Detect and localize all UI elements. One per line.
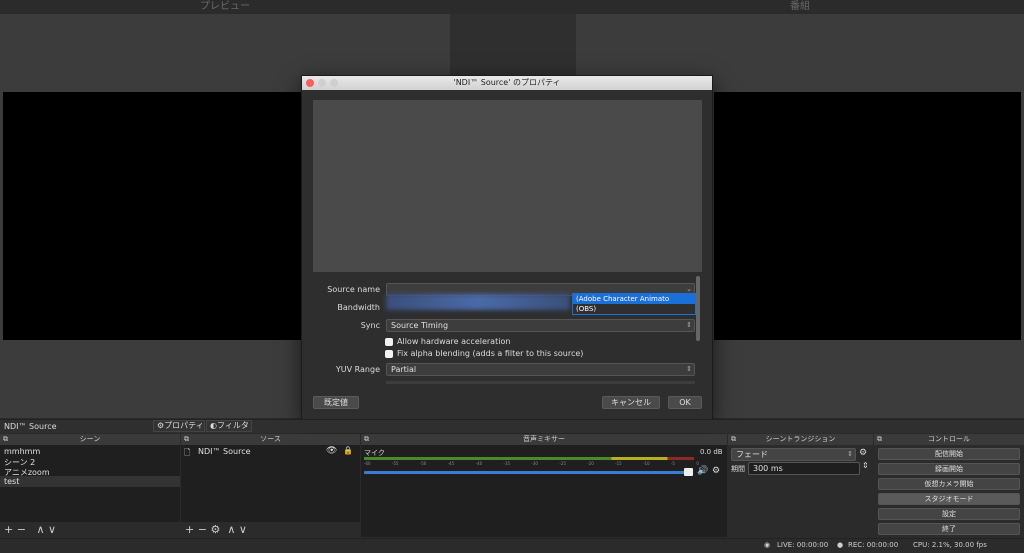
live-icon: ◉ (764, 541, 771, 549)
list-item[interactable]: NDI™ Source (198, 447, 251, 456)
live-time: LIVE: 00:00:00 (777, 541, 829, 549)
hw-accel-label: Allow hardware acceleration (397, 337, 511, 346)
alpha-fix-label: Fix alpha blending (adds a filter to thi… (397, 349, 584, 358)
remove-icon[interactable]: − (17, 523, 26, 536)
selected-source-name: NDI™ Source (4, 422, 57, 431)
volume-meter (364, 457, 694, 460)
properties-button[interactable]: ⚙プロパティ (153, 420, 205, 432)
program-canvas (714, 92, 1021, 340)
undock-icon[interactable]: ⧉ (364, 434, 369, 445)
transition-type-select[interactable]: フェード ⇕ (731, 448, 856, 461)
start-streaming-button[interactable]: 配信開始 (878, 448, 1020, 460)
alpha-fix-checkbox[interactable] (385, 350, 393, 358)
meter-scale: -60 -55 -50 -45 -40 -35 -30 -25 -20 -15 -10 -5 0 (364, 461, 699, 466)
zoom-icon (330, 79, 338, 87)
transitions-header: ⧉ シーントランジション (728, 434, 873, 445)
up-icon[interactable]: ∧ (227, 523, 235, 536)
duration-input[interactable]: 300 ms (748, 462, 860, 475)
cancel-button[interactable]: キャンセル (602, 396, 660, 409)
scrollbar[interactable] (696, 276, 700, 341)
rec-icon: ● (837, 541, 844, 549)
undock-icon[interactable]: ⧉ (3, 434, 8, 445)
yuv-range-select[interactable]: Partial ⇕ (386, 363, 695, 376)
undock-icon[interactable]: ⧉ (731, 434, 736, 445)
preview-canvas[interactable] (3, 92, 303, 340)
ok-button[interactable]: OK (668, 396, 702, 409)
stepper-icon: ⇕ (847, 450, 853, 458)
sources-header: ⧉ ソース (181, 434, 360, 445)
dropdown-option[interactable]: (Adobe Character Animato (573, 294, 695, 304)
down-icon[interactable]: ∨ (48, 523, 56, 536)
source-name-label: Source name (327, 285, 380, 294)
minimize-icon (318, 79, 326, 87)
hw-accel-checkbox[interactable] (385, 338, 393, 346)
rec-time: REC: 00:00:00 (848, 541, 899, 549)
add-icon[interactable]: + (4, 523, 13, 536)
dialog-title: 'NDI™ Source' のプロパティ (453, 78, 561, 87)
volume-slider-handle[interactable] (684, 468, 693, 476)
obs-window: プレビュー 番組 'NDI™ Source' のプロパティ Source nam… (0, 0, 1024, 553)
gear-icon[interactable]: ⚙ (210, 523, 220, 536)
undock-icon[interactable]: ⧉ (877, 434, 882, 445)
filter-icon: ◐ (210, 421, 217, 430)
source-name-dropdown[interactable]: (Adobe Character Animato (OBS) (572, 293, 696, 315)
down-icon[interactable]: ∨ (239, 523, 247, 536)
undock-icon[interactable]: ⧉ (184, 434, 189, 445)
dialog-titlebar[interactable]: 'NDI™ Source' のプロパティ (302, 76, 712, 90)
scenes-footer: + − ∧ ∨ (0, 522, 180, 537)
lock-icon[interactable]: 🔒 (343, 446, 353, 455)
sync-label: Sync (360, 321, 380, 330)
up-icon[interactable]: ∧ (36, 523, 44, 536)
selected-row (0, 476, 180, 487)
studio-mode-button[interactable]: スタジオモード (878, 493, 1020, 505)
properties-dialog: 'NDI™ Source' のプロパティ Source name ⌄ (Adob… (301, 75, 713, 420)
defaults-button[interactable]: 既定値 (313, 396, 359, 409)
volume-slider[interactable] (364, 471, 686, 474)
list-item[interactable]: test (4, 477, 19, 486)
scenes-header: ⧉ シーン (0, 434, 180, 445)
program-title: 番組 (790, 1, 810, 12)
filters-button[interactable]: ◐フィルタ (206, 420, 252, 432)
file-icon: 🗋 (184, 448, 191, 457)
sources-footer: + − ⚙ ∧ ∨ (181, 522, 360, 537)
cpu-fps: CPU: 2.1%, 30.00 fps (913, 541, 987, 549)
sync-select[interactable]: Source Timing ⇕ (386, 319, 695, 332)
blurred-source-list (386, 294, 570, 310)
duration-label: 期間 (731, 465, 745, 473)
gear-icon[interactable]: ⚙ (712, 466, 720, 476)
preview-title: プレビュー (200, 1, 250, 12)
stepper-icon: ⇕ (686, 321, 692, 329)
source-preview (313, 100, 702, 272)
stepper-icon: ⇕ (686, 365, 692, 373)
mixer-header: ⧉ 音声ミキサー (361, 434, 727, 445)
close-icon[interactable] (306, 79, 314, 87)
add-icon[interactable]: + (185, 523, 194, 536)
mixer-level: 0.0 dB (700, 448, 723, 456)
eye-icon[interactable]: 👁 (326, 446, 337, 456)
controls-header: ⧉ コントロール (874, 434, 1024, 445)
gear-icon[interactable]: ⚙ (859, 448, 867, 458)
settings-button[interactable]: 設定 (878, 508, 1020, 520)
next-field-partial (386, 381, 695, 384)
list-item[interactable]: mmhmm (4, 447, 40, 456)
speaker-icon[interactable]: 🔊 (697, 466, 708, 476)
dropdown-option[interactable]: (OBS) (573, 304, 695, 314)
exit-button[interactable]: 終了 (878, 523, 1020, 535)
start-recording-button[interactable]: 録画開始 (878, 463, 1020, 475)
remove-icon[interactable]: − (198, 523, 207, 536)
start-virtualcam-button[interactable]: 仮想カメラ開始 (878, 478, 1020, 490)
bandwidth-label: Bandwidth (337, 303, 380, 312)
yuv-range-label: YUV Range (335, 365, 380, 374)
stepper-icon[interactable]: ⇕ (862, 461, 869, 470)
